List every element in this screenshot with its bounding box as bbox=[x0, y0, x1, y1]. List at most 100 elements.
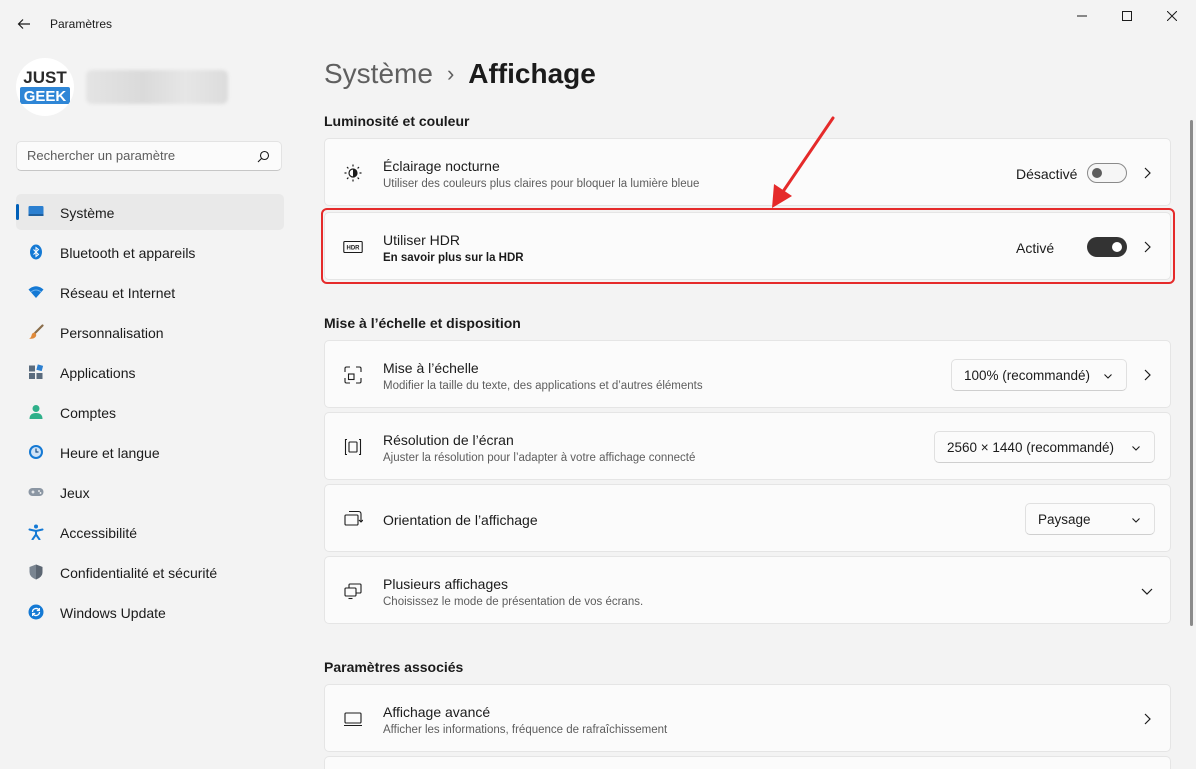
sidebar-item-jeux[interactable]: Jeux bbox=[16, 474, 284, 510]
sidebar-item-label: Confidentialité et sécurité bbox=[60, 565, 218, 581]
display-icon bbox=[28, 206, 44, 216]
hdr-state: Activé bbox=[1016, 240, 1055, 256]
breadcrumb-parent[interactable]: Système bbox=[324, 58, 433, 90]
sidebar-item-label: Applications bbox=[60, 365, 136, 381]
close-icon bbox=[1167, 11, 1177, 21]
scaling-dropdown[interactable]: 100% (recommandé) bbox=[951, 359, 1127, 391]
back-button[interactable] bbox=[10, 10, 38, 38]
sidebar-item-windows-update[interactable]: Windows Update bbox=[16, 594, 284, 630]
hdr-title: Utiliser HDR bbox=[383, 232, 460, 248]
maximize-icon bbox=[1122, 11, 1132, 21]
multiple-displays-card[interactable]: Plusieurs affichages Choisissez le mode … bbox=[324, 556, 1171, 624]
apps-icon bbox=[29, 364, 44, 379]
hdr-icon: HDR bbox=[343, 240, 363, 254]
bluetooth-icon bbox=[30, 244, 42, 260]
chevron-down-icon bbox=[1104, 374, 1112, 379]
search-icon[interactable] bbox=[255, 149, 271, 165]
sidebar-item-confidentialite[interactable]: Confidentialité et sécurité bbox=[16, 554, 284, 590]
resolution-icon bbox=[344, 438, 362, 456]
night-light-card[interactable]: Éclairage nocturne Utiliser des couleurs… bbox=[324, 138, 1171, 206]
hdr-toggle[interactable] bbox=[1087, 237, 1127, 257]
night-light-title: Éclairage nocturne bbox=[383, 158, 500, 174]
sidebar-item-applications[interactable]: Applications bbox=[16, 354, 284, 390]
monitor-icon bbox=[344, 712, 362, 727]
section-title-related: Paramètres associés bbox=[324, 659, 464, 675]
sidebar-item-accessibilite[interactable]: Accessibilité bbox=[16, 514, 284, 550]
sidebar-item-label: Système bbox=[60, 205, 115, 221]
sidebar-item-bluetooth[interactable]: Bluetooth et appareils bbox=[16, 234, 284, 270]
section-title-scale: Mise à l’échelle et disposition bbox=[324, 315, 521, 331]
advanced-display-title: Affichage avancé bbox=[383, 704, 491, 720]
scale-icon bbox=[344, 366, 362, 384]
orientation-icon bbox=[344, 510, 363, 526]
search-input[interactable] bbox=[27, 148, 247, 163]
resolution-dropdown[interactable]: 2560 × 1440 (recommandé) bbox=[934, 431, 1155, 463]
scaling-card[interactable]: Mise à l’échelle Modifier la taille du t… bbox=[324, 340, 1171, 408]
multiple-displays-title: Plusieurs affichages bbox=[383, 576, 509, 592]
next-card-partial[interactable] bbox=[324, 756, 1171, 769]
page-title: Affichage bbox=[468, 58, 596, 89]
chevron-right-icon[interactable] bbox=[1139, 711, 1155, 727]
night-light-toggle[interactable] bbox=[1087, 163, 1127, 183]
chevron-right-icon[interactable] bbox=[1139, 165, 1155, 181]
account-icon bbox=[29, 405, 43, 419]
multiple-displays-subtitle: Choisissez le mode de présentation de vo… bbox=[383, 596, 644, 608]
profile-name-blurred bbox=[86, 70, 228, 104]
chevron-right-icon[interactable] bbox=[1139, 367, 1155, 383]
sidebar-item-heure-langue[interactable]: Heure et langue bbox=[16, 434, 284, 470]
clock-globe-icon bbox=[29, 445, 43, 459]
maximize-button[interactable] bbox=[1107, 4, 1147, 28]
sidebar-item-comptes[interactable]: Comptes bbox=[16, 394, 284, 430]
orientation-dropdown[interactable]: Paysage bbox=[1025, 503, 1155, 535]
night-light-subtitle: Utiliser des couleurs plus claires pour … bbox=[383, 178, 700, 190]
sidebar-item-label: Comptes bbox=[60, 405, 117, 421]
profile-avatar[interactable]: JUST GEEK bbox=[16, 58, 74, 116]
resolution-subtitle: Ajuster la résolution pour l’adapter à v… bbox=[383, 452, 696, 464]
scaling-value: 100% (recommandé) bbox=[964, 368, 1091, 383]
update-icon bbox=[28, 604, 44, 620]
multiple-displays-icon bbox=[344, 583, 362, 600]
advanced-display-subtitle: Afficher les informations, fréquence de … bbox=[383, 724, 668, 736]
accessibility-icon bbox=[28, 524, 44, 540]
scrollbar-thumb[interactable] bbox=[1190, 120, 1193, 626]
hdr-learn-more-link[interactable]: En savoir plus sur la HDR bbox=[383, 252, 524, 264]
gamepad-icon bbox=[28, 488, 44, 496]
chevron-right-icon[interactable] bbox=[1139, 239, 1155, 255]
sidebar-nav: Système Bluetooth et appareils Réseau et… bbox=[16, 194, 284, 634]
minimize-button[interactable] bbox=[1062, 4, 1102, 28]
sidebar-item-systeme[interactable]: Système bbox=[16, 194, 284, 230]
scaling-title: Mise à l’échelle bbox=[383, 360, 479, 376]
brightness-icon bbox=[344, 164, 362, 182]
orientation-title: Orientation de l’affichage bbox=[383, 512, 538, 528]
section-title-brightness: Luminosité et couleur bbox=[324, 113, 470, 129]
scaling-subtitle: Modifier la taille du texte, des applica… bbox=[383, 380, 703, 392]
brush-icon bbox=[29, 324, 44, 339]
hdr-icon-text: HDR bbox=[347, 246, 361, 252]
shield-icon bbox=[29, 564, 43, 580]
sidebar-item-label: Jeux bbox=[60, 485, 90, 501]
toggle-knob bbox=[1092, 168, 1102, 178]
resolution-card[interactable]: Résolution de l’écran Ajuster la résolut… bbox=[324, 412, 1171, 480]
chevron-down-icon[interactable] bbox=[1139, 583, 1155, 599]
sidebar-item-label: Personnalisation bbox=[60, 325, 164, 341]
advanced-display-card[interactable]: Affichage avancé Afficher les informatio… bbox=[324, 684, 1171, 752]
wifi-icon bbox=[28, 286, 44, 298]
sidebar-item-label: Accessibilité bbox=[60, 525, 138, 541]
search-box[interactable] bbox=[16, 141, 282, 171]
chevron-down-icon bbox=[1132, 518, 1140, 523]
hdr-card[interactable]: HDR Utiliser HDR En savoir plus sur la H… bbox=[324, 212, 1171, 280]
resolution-value: 2560 × 1440 (recommandé) bbox=[947, 440, 1114, 455]
back-arrow-icon bbox=[17, 19, 30, 29]
night-light-state: Désactivé bbox=[1016, 166, 1078, 182]
sidebar-item-reseau[interactable]: Réseau et Internet bbox=[16, 274, 284, 310]
orientation-card[interactable]: Orientation de l’affichage Paysage bbox=[324, 484, 1171, 552]
sidebar-item-label: Bluetooth et appareils bbox=[60, 245, 196, 261]
chevron-down-icon bbox=[1132, 446, 1140, 451]
justgeek-logo-icon: JUST GEEK bbox=[20, 68, 70, 105]
close-button[interactable] bbox=[1152, 4, 1192, 28]
title-bar: Paramètres bbox=[0, 0, 1196, 48]
toggle-knob bbox=[1112, 242, 1122, 252]
sidebar-item-personnalisation[interactable]: Personnalisation bbox=[16, 314, 284, 350]
orientation-value: Paysage bbox=[1038, 512, 1091, 527]
sidebar-item-label: Heure et langue bbox=[60, 445, 160, 461]
